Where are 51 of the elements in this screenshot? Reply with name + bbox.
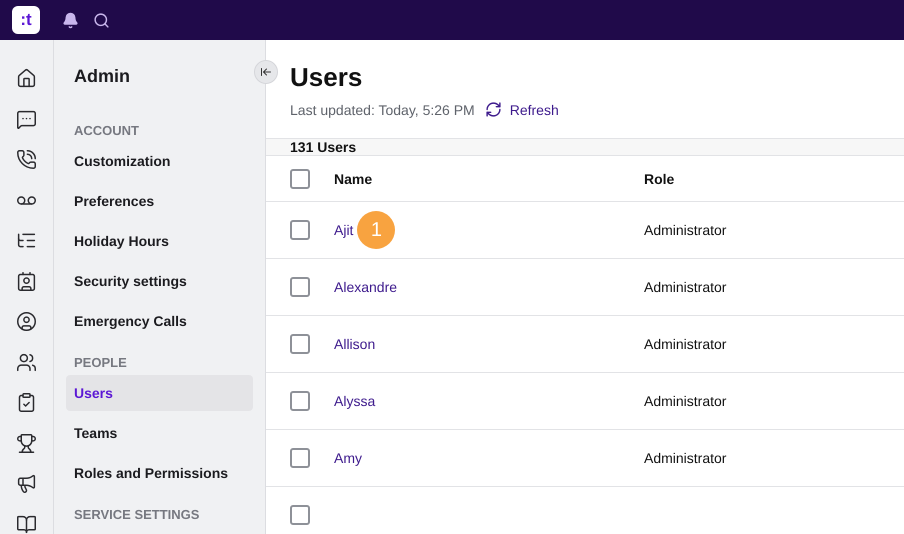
search-icon[interactable]: [93, 12, 110, 28]
megaphone-icon[interactable]: [16, 473, 37, 494]
refresh-icon: [484, 101, 502, 118]
sidebar-item[interactable]: Security settings: [66, 263, 253, 299]
user-name-link[interactable]: Alexandre: [334, 279, 398, 295]
page-title: Users: [290, 62, 364, 93]
role-cell-text: Administrator: [644, 222, 728, 238]
row-checkbox[interactable]: [290, 220, 310, 240]
phone-icon[interactable]: [16, 149, 37, 170]
row-checkbox[interactable]: [290, 334, 310, 354]
section-heading: PEOPLE: [73, 355, 128, 371]
user-name-link[interactable]: Amy: [334, 450, 362, 466]
section-heading: SERVICE SETTINGS: [73, 507, 200, 523]
app-logo[interactable]: :t: [12, 6, 40, 34]
section-heading: ACCOUNT: [73, 123, 140, 139]
select-all-checkbox[interactable]: [290, 168, 310, 188]
clipboard-check-icon[interactable]: [16, 392, 37, 413]
role-cell-text: Administrator: [644, 279, 728, 295]
sidebar-item[interactable]: Users: [66, 375, 253, 411]
bell-icon[interactable]: [62, 12, 79, 28]
user-name-link[interactable]: Alyssa: [334, 393, 376, 409]
user-name-link[interactable]: Ajit: [334, 222, 354, 238]
row-checkbox[interactable]: [290, 505, 310, 525]
person-circle-icon[interactable]: [16, 311, 37, 332]
sidebar-item[interactable]: Preferences: [66, 183, 253, 219]
role-cell-text: Administrator: [644, 393, 728, 409]
role-cell-text: Administrator: [644, 450, 728, 466]
sidebar-item[interactable]: Holiday Hours: [66, 223, 253, 259]
user-name-link[interactable]: Allison: [334, 336, 376, 352]
sidebar-item[interactable]: Teams: [66, 415, 253, 451]
step-badge: 1: [357, 211, 396, 249]
refresh-button[interactable]: Refresh: [484, 101, 559, 118]
row-checkbox[interactable]: [290, 391, 310, 411]
home-icon[interactable]: [16, 68, 37, 89]
trophy-icon[interactable]: [16, 432, 37, 454]
book-icon[interactable]: [16, 514, 37, 534]
people-icon[interactable]: [16, 352, 37, 372]
row-checkbox[interactable]: [290, 448, 310, 468]
sidebar-item[interactable]: Customization: [66, 143, 253, 179]
last-updated-text: Last updated: Today, 5:26 PM: [290, 102, 475, 118]
sidebar-item[interactable]: Roles and Permissions: [66, 455, 253, 491]
collapse-button[interactable]: [254, 60, 278, 84]
contact-card-icon[interactable]: [16, 270, 37, 292]
column-header: Role: [644, 170, 676, 186]
collapse-icon: [260, 66, 272, 78]
sidebar-item[interactable]: Emergency Calls: [66, 303, 253, 339]
row-checkbox[interactable]: [290, 277, 310, 297]
sidebar-title: Admin: [73, 66, 131, 87]
user-count: 131 Users: [266, 138, 904, 156]
column-header: Name: [334, 170, 374, 186]
role-cell-text: Administrator: [644, 336, 728, 352]
